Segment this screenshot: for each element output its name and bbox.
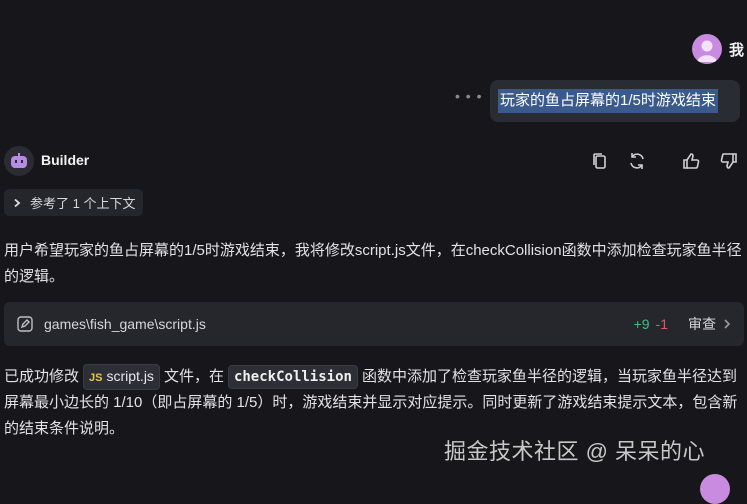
more-dots-icon[interactable]: • • • <box>455 88 482 104</box>
copy-icon[interactable] <box>589 150 611 172</box>
assistant-intro-text: 用户希望玩家的鱼占屏幕的1/5时游戏结束，我将修改script.js文件，在ch… <box>4 242 742 285</box>
lines-removed: -1 <box>655 316 668 332</box>
context-chip[interactable]: 参考了 1 个上下文 <box>4 189 144 216</box>
edit-file-icon <box>17 316 33 332</box>
lines-added: +9 <box>633 316 650 332</box>
thumbs-down-icon[interactable] <box>718 150 740 172</box>
corner-avatar <box>700 474 730 504</box>
review-label: 审查 <box>688 316 716 332</box>
chevron-right-icon <box>14 198 21 207</box>
file-chip[interactable]: JS script.js <box>83 364 160 390</box>
result-mid: 文件，在 <box>163 368 224 385</box>
file-change-card[interactable]: games\fish_game\script.js +9 -1 审查 <box>4 302 744 346</box>
file-chip-label: script.js <box>106 368 154 384</box>
context-chip-label: 参考了 1 个上下文 <box>30 196 136 211</box>
builder-avatar <box>4 146 34 176</box>
user-name: 我 <box>729 42 745 59</box>
assistant-result-text: 已成功修改 JS script.js 文件，在 checkCollision 函数中添加了… <box>4 364 744 442</box>
user-message-bubble: 玩家的鱼占屏幕的1/5时游戏结束 <box>490 80 740 122</box>
file-path: games\fish_game\script.js <box>44 316 206 332</box>
refresh-icon[interactable] <box>626 150 648 172</box>
review-button[interactable]: 审查 <box>688 314 732 334</box>
watermark-text: 掘金技术社区 @ 呆呆的心 <box>444 439 706 464</box>
user-message-text: 玩家的鱼占屏幕的1/5时游戏结束 <box>498 89 718 113</box>
chevron-right-icon <box>724 319 731 329</box>
js-file-icon: JS <box>89 372 103 384</box>
builder-name: Builder <box>41 152 90 168</box>
code-chip: checkCollision <box>227 365 358 389</box>
result-prefix: 已成功修改 <box>4 368 80 385</box>
thumbs-up-icon[interactable] <box>680 150 702 172</box>
user-avatar <box>692 34 722 64</box>
